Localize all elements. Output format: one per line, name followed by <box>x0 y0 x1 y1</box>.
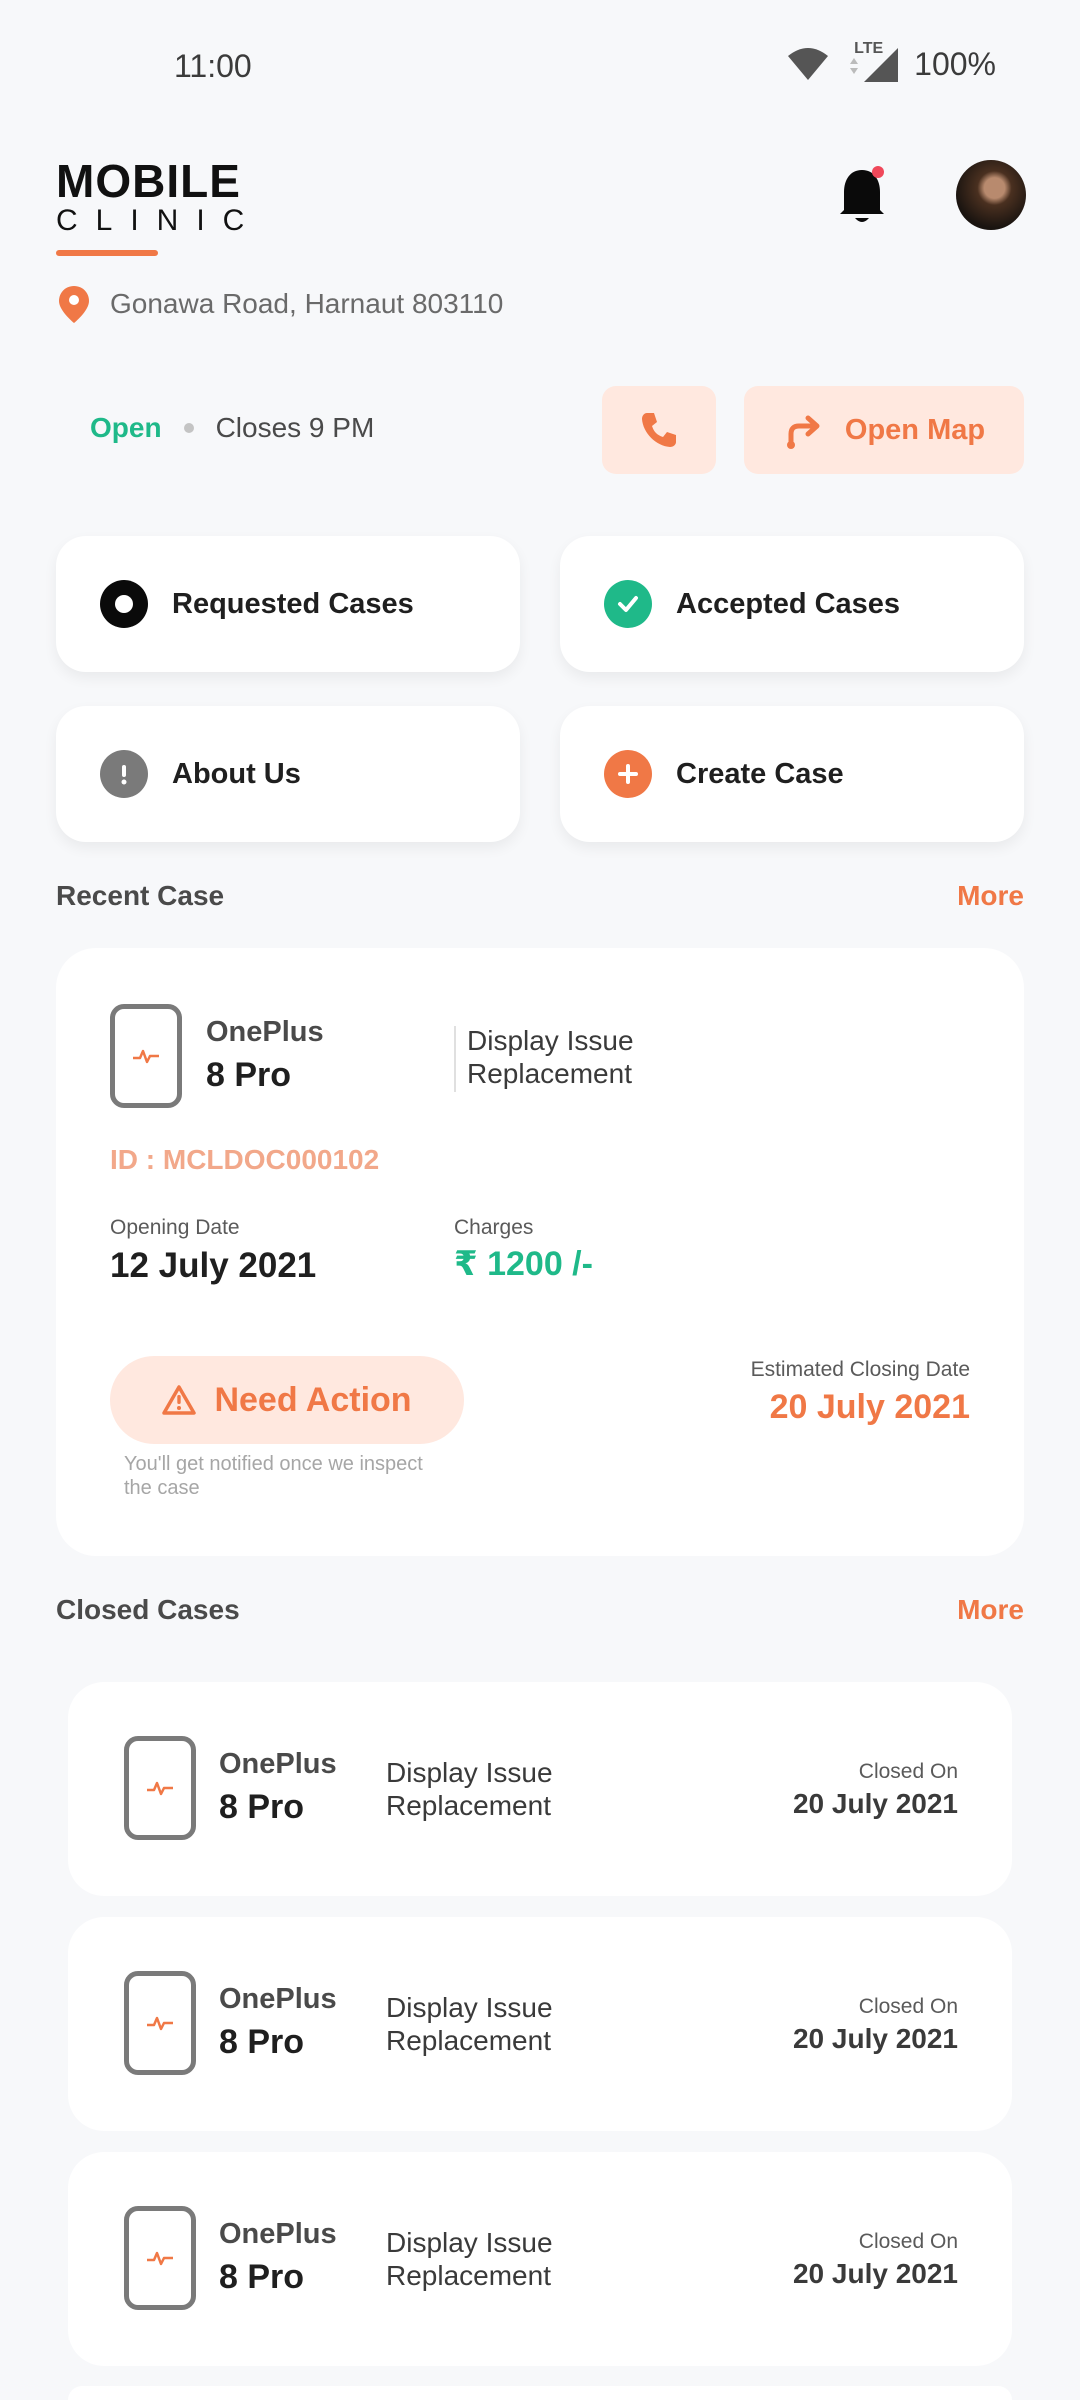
issue-description: Display Issue Replacement <box>467 1024 634 1090</box>
route-icon <box>786 415 820 449</box>
charges-amount: ₹ 1200 /- <box>454 1245 593 1283</box>
notification-dot <box>872 166 884 178</box>
tile-label: About Us <box>172 757 301 790</box>
separator-dot <box>183 423 194 433</box>
issue-line-1: Display Issue <box>386 1992 553 2023</box>
closed-case-card[interactable]: OnePlus 8 Pro Display Issue Replacement … <box>68 1682 1012 1896</box>
wifi-icon <box>788 48 829 80</box>
phone-device-icon <box>124 1971 196 2075</box>
closed-more-link[interactable]: More <box>957 1594 1024 1626</box>
issue-line-1: Display Issue <box>467 1025 634 1056</box>
requested-record-icon <box>100 580 148 628</box>
warning-icon <box>162 1385 197 1415</box>
user-avatar[interactable] <box>956 160 1026 230</box>
accepted-cases-tile[interactable]: Accepted Cases <box>560 536 1024 672</box>
issue-description: Display Issue Replacement <box>386 1756 553 1822</box>
closed-case-card[interactable]: OnePlus 8 Pro Display Issue Replacement … <box>68 1917 1012 2131</box>
issue-line-2: Replacement <box>386 1790 551 1821</box>
logo-text-top: MOBILE <box>56 155 241 207</box>
status-icons: LTE 100% <box>786 40 996 84</box>
phone-device-icon <box>124 1736 196 1840</box>
logo-text-bottom: CLINIC <box>56 204 263 237</box>
closed-on-label: Closed On <box>858 1760 958 1783</box>
location-pin-icon <box>59 286 89 323</box>
open-map-button[interactable]: Open Map <box>744 386 1024 474</box>
need-action-label: Need Action <box>214 1380 412 1419</box>
issue-line-2: Replacement <box>386 2260 551 2291</box>
lte-signal-icon: LTE <box>844 40 900 84</box>
issue-description: Display Issue Replacement <box>386 2226 553 2292</box>
tile-label: Accepted Cases <box>676 587 901 620</box>
device-brand: OnePlus <box>219 2218 337 2250</box>
closed-on-label: Closed On <box>858 1995 958 2018</box>
requested-cases-tile[interactable]: Requested Cases <box>56 536 520 672</box>
issue-line-2: Replacement <box>467 1058 632 1089</box>
store-location: Gonawa Road, Harnaut 803110 <box>56 284 503 324</box>
create-case-tile[interactable]: Create Case <box>560 706 1024 842</box>
open-map-label: Open Map <box>844 413 986 446</box>
call-button[interactable] <box>602 386 716 474</box>
address-text: Gonawa Road, Harnaut 803110 <box>110 288 504 319</box>
device-model: 8 Pro <box>206 1056 292 1094</box>
closed-on-date: 20 July 2021 <box>792 2258 958 2289</box>
case-id: ID : MCLDOC000102 <box>110 1144 380 1175</box>
opening-date-label: Opening Date <box>110 1216 240 1239</box>
notify-text: You'll get notified once we inspect the … <box>124 1453 423 1499</box>
logo-underline <box>56 250 158 256</box>
closed-on-label: Closed On <box>858 2230 958 2253</box>
tile-label: Create Case <box>676 757 844 790</box>
status-bar: 11:00 LTE 100% <box>0 0 1080 136</box>
phone-device-icon <box>124 2206 196 2310</box>
charges-label: Charges <box>454 1216 534 1239</box>
info-exclamation-icon <box>100 750 148 798</box>
opening-date: 12 July 2021 <box>110 1246 317 1285</box>
closed-case-card-partial[interactable] <box>68 2386 1012 2400</box>
about-us-tile[interactable]: About Us <box>56 706 520 842</box>
issue-line-2: Replacement <box>386 2025 551 2056</box>
tile-label: Requested Cases <box>172 587 414 620</box>
device-model: 8 Pro <box>219 2023 305 2061</box>
battery-level: 100% <box>914 45 996 82</box>
recent-more-link[interactable]: More <box>957 880 1024 912</box>
status-time: 11:00 <box>174 48 252 84</box>
recent-case-title: Recent Case <box>56 880 225 911</box>
phone-call-icon <box>642 413 676 447</box>
closed-case-card[interactable]: OnePlus 8 Pro Display Issue Replacement … <box>68 2152 1012 2366</box>
device-brand: OnePlus <box>206 1016 324 1048</box>
app-logo: MOBILE CLINIC <box>56 158 262 256</box>
phone-device-icon <box>110 1004 182 1108</box>
issue-line-1: Display Issue <box>386 1757 553 1788</box>
device-brand: OnePlus <box>219 1748 337 1780</box>
issue-line-1: Display Issue <box>386 2227 553 2258</box>
closed-on-date: 20 July 2021 <box>792 2023 958 2054</box>
plus-circle-icon <box>604 750 652 798</box>
closing-time: Closes 9 PM <box>215 412 375 443</box>
estimated-closing-date: 20 July 2021 <box>769 1388 970 1426</box>
store-hours: Open Closes 9 PM <box>90 412 374 444</box>
estimated-closing-label: Estimated Closing Date <box>750 1358 970 1381</box>
issue-description: Display Issue Replacement <box>386 1991 553 2057</box>
check-circle-icon <box>604 580 652 628</box>
notification-bell-icon[interactable] <box>836 166 888 226</box>
closed-cases-title: Closed Cases <box>56 1594 240 1625</box>
device-model: 8 Pro <box>219 2258 305 2296</box>
device-model: 8 Pro <box>219 1788 305 1826</box>
issue-divider <box>454 1026 456 1092</box>
recent-case-card[interactable]: OnePlus 8 Pro Display Issue Replacement … <box>56 948 1024 1556</box>
closed-on-date: 20 July 2021 <box>792 1788 958 1819</box>
device-brand: OnePlus <box>219 1983 337 2015</box>
open-status: Open <box>90 412 162 443</box>
need-action-button[interactable]: Need Action <box>110 1356 464 1444</box>
